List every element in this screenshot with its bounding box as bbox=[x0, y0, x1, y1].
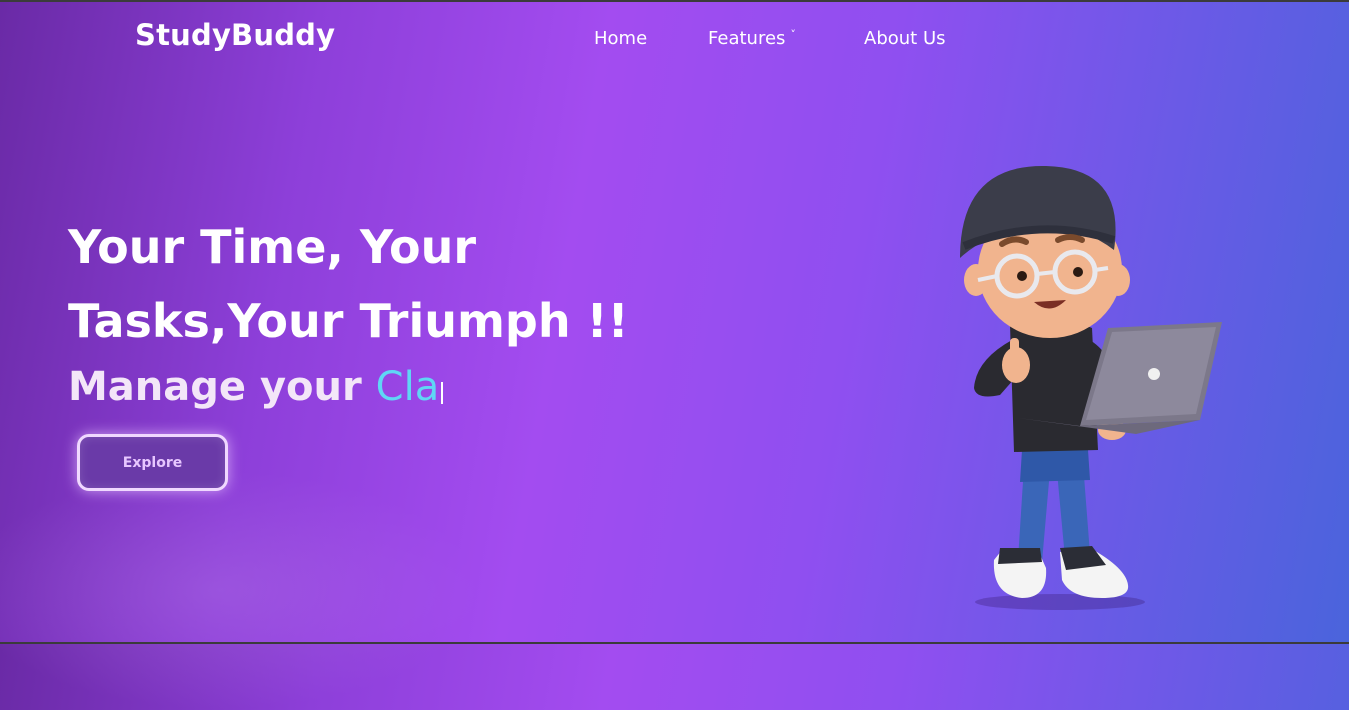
background-glow bbox=[0, 470, 480, 710]
top-border bbox=[0, 0, 1349, 2]
student-illustration bbox=[960, 165, 1222, 610]
explore-button[interactable]: Explore bbox=[77, 434, 228, 491]
subline-typed-text: Cla bbox=[375, 364, 440, 410]
brand-logo[interactable]: StudyBuddy bbox=[135, 18, 335, 52]
hero-headline: Your Time, Your Tasks,Your Triumph !! bbox=[68, 220, 629, 348]
typing-cursor bbox=[441, 382, 444, 404]
nav-about-link[interactable]: About Us bbox=[864, 28, 946, 49]
nav-features-label: Features bbox=[708, 28, 786, 49]
subline-static-text: Manage your bbox=[68, 364, 362, 410]
chevron-down-icon: ˅ bbox=[790, 28, 796, 41]
nav-features-dropdown[interactable]: Features ˅ bbox=[708, 28, 796, 49]
hero-subline: Manage your Cla bbox=[68, 364, 444, 410]
nav-home-link[interactable]: Home bbox=[594, 28, 647, 49]
